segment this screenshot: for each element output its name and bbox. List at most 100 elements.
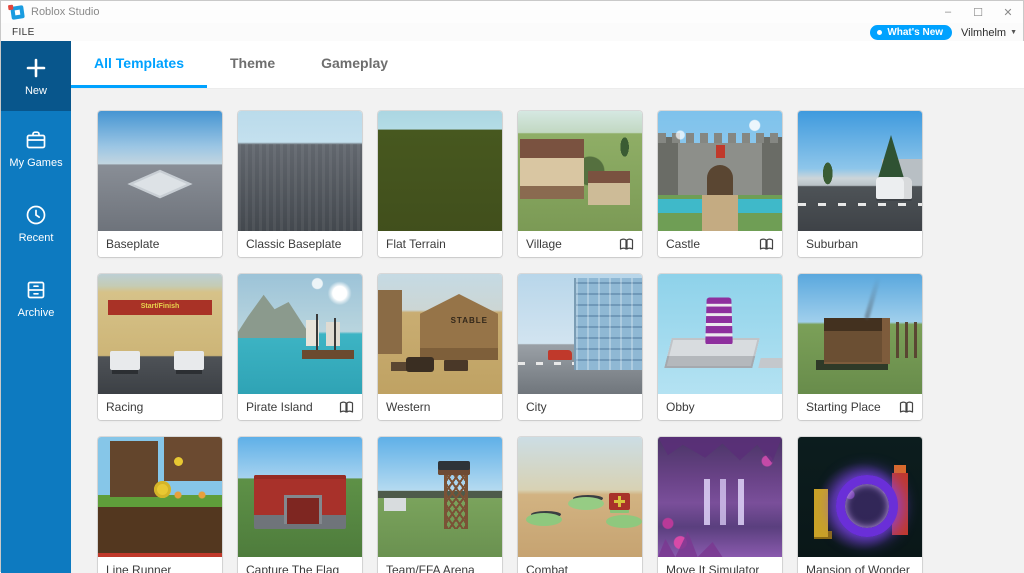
window-title: Roblox Studio — [31, 6, 100, 18]
tab-theme[interactable]: Theme — [207, 41, 298, 88]
template-thumbnail — [518, 437, 642, 557]
roblox-studio-logo-icon — [10, 5, 25, 20]
sidebar-item-recent[interactable]: Recent — [1, 186, 71, 261]
chevron-down-icon: ▼ — [1010, 29, 1017, 36]
template-thumbnail: STABLE — [378, 274, 502, 394]
template-label-bar: Combat — [518, 557, 642, 573]
archive-icon — [24, 278, 48, 302]
template-thumbnail — [238, 111, 362, 231]
sidebar-item-label: Recent — [19, 232, 54, 244]
template-card-racing[interactable]: Start/Finish Racing — [98, 274, 222, 420]
tab-all-templates[interactable]: All Templates — [71, 41, 207, 88]
template-thumbnail — [378, 437, 502, 557]
template-label-bar: Classic Baseplate — [238, 231, 362, 257]
template-card-mansion-of-wonder[interactable]: Mansion of Wonder — [798, 437, 922, 573]
template-card-line-runner[interactable]: Line Runner — [98, 437, 222, 573]
template-card-village[interactable]: Village — [518, 111, 642, 257]
whats-new-button[interactable]: What's New — [870, 25, 952, 40]
template-name: Western — [386, 400, 430, 414]
tab-strip: All TemplatesThemeGameplay — [71, 41, 1024, 89]
briefcase-icon — [24, 128, 48, 152]
template-name: Starting Place — [806, 400, 881, 414]
guide-book-icon — [339, 401, 354, 414]
menubar-right: What's New Vilmhelm ▼ — [870, 25, 1017, 40]
sidebar-item-label: Archive — [18, 307, 55, 319]
template-name: Flat Terrain — [386, 237, 446, 251]
template-card-pirate-island[interactable]: Pirate Island — [238, 274, 362, 420]
template-thumbnail — [98, 437, 222, 557]
username-label: Vilmhelm — [961, 27, 1006, 39]
template-card-castle[interactable]: Castle — [658, 111, 782, 257]
template-label-bar: Move It Simulator — [658, 557, 782, 573]
plus-icon — [24, 56, 48, 80]
template-name: Pirate Island — [246, 400, 313, 414]
template-thumbnail — [798, 111, 922, 231]
template-thumbnail — [658, 111, 782, 231]
template-label-bar: City — [518, 394, 642, 420]
template-thumbnail: Start/Finish — [98, 274, 222, 394]
maximize-button[interactable]: ☐ — [963, 1, 993, 23]
template-card-suburban[interactable]: Suburban — [798, 111, 922, 257]
menu-bar: FILE What's New Vilmhelm ▼ — [1, 23, 1023, 43]
title-bar: Roblox Studio –☐✕ — [1, 1, 1023, 23]
sidebar-item-archive[interactable]: Archive — [1, 261, 71, 336]
sidebar-item-new[interactable]: New — [1, 41, 71, 111]
template-card-classic-baseplate[interactable]: Classic Baseplate — [238, 111, 362, 257]
template-thumbnail — [798, 274, 922, 394]
template-card-flat-terrain[interactable]: Flat Terrain — [378, 111, 502, 257]
template-label-bar: Team/FFA Arena — [378, 557, 502, 573]
template-label-bar: Baseplate — [98, 231, 222, 257]
template-thumbnail — [798, 437, 922, 557]
template-card-western[interactable]: STABLE Western — [378, 274, 502, 420]
template-thumbnail — [658, 437, 782, 557]
template-thumbnail — [238, 437, 362, 557]
tab-gameplay[interactable]: Gameplay — [298, 41, 411, 88]
template-name: Obby — [666, 400, 695, 414]
template-card-move-it-simulator[interactable]: Move It Simulator — [658, 437, 782, 573]
template-label-bar: Flat Terrain — [378, 231, 502, 257]
sidebar: New My Games Recent Archive — [1, 41, 71, 573]
clock-icon — [24, 203, 48, 227]
template-card-city[interactable]: City — [518, 274, 642, 420]
template-card-combat[interactable]: Combat — [518, 437, 642, 573]
template-label-bar: Village — [518, 231, 642, 257]
minimize-button[interactable]: – — [933, 1, 963, 23]
template-thumbnail — [518, 274, 642, 394]
template-name: Castle — [666, 237, 700, 251]
sidebar-item-my-games[interactable]: My Games — [1, 111, 71, 186]
window-controls: –☐✕ — [933, 1, 1023, 23]
template-name: Suburban — [806, 237, 858, 251]
template-gallery: Baseplate Classic Baseplate Flat Terrain — [71, 89, 1024, 573]
template-thumbnail — [378, 111, 502, 231]
template-name: Baseplate — [106, 237, 159, 251]
sidebar-item-label: New — [25, 85, 47, 97]
template-card-obby[interactable]: Obby — [658, 274, 782, 420]
sidebar-item-label: My Games — [9, 157, 62, 169]
template-name: Village — [526, 237, 562, 251]
template-thumbnail — [98, 111, 222, 231]
template-card-starting-place[interactable]: Starting Place — [798, 274, 922, 420]
file-menu[interactable]: FILE — [12, 27, 35, 38]
guide-book-icon — [619, 238, 634, 251]
template-label-bar: Mansion of Wonder — [798, 557, 922, 573]
template-name: Classic Baseplate — [246, 237, 341, 251]
template-label-bar: Starting Place — [798, 394, 922, 420]
template-thumbnail — [238, 274, 362, 394]
thumbnail-overlay-text: Start/Finish — [98, 303, 222, 310]
template-label-bar: Western — [378, 394, 502, 420]
template-label-bar: Line Runner — [98, 557, 222, 573]
close-button[interactable]: ✕ — [993, 1, 1023, 23]
template-card-baseplate[interactable]: Baseplate — [98, 111, 222, 257]
whats-new-label: What's New — [887, 25, 943, 40]
template-name: Racing — [106, 400, 143, 414]
user-menu[interactable]: Vilmhelm ▼ — [961, 27, 1017, 39]
template-thumbnail — [658, 274, 782, 394]
thumbnail-overlay-text: STABLE — [451, 316, 488, 325]
template-card-capture-the-flag[interactable]: Capture The Flag — [238, 437, 362, 573]
template-name: City — [526, 400, 547, 414]
template-label-bar: Suburban — [798, 231, 922, 257]
template-thumbnail — [518, 111, 642, 231]
template-label-bar: Castle — [658, 231, 782, 257]
template-grid: Baseplate Classic Baseplate Flat Terrain — [98, 111, 948, 573]
template-card-team-ffa-arena[interactable]: Team/FFA Arena — [378, 437, 502, 573]
